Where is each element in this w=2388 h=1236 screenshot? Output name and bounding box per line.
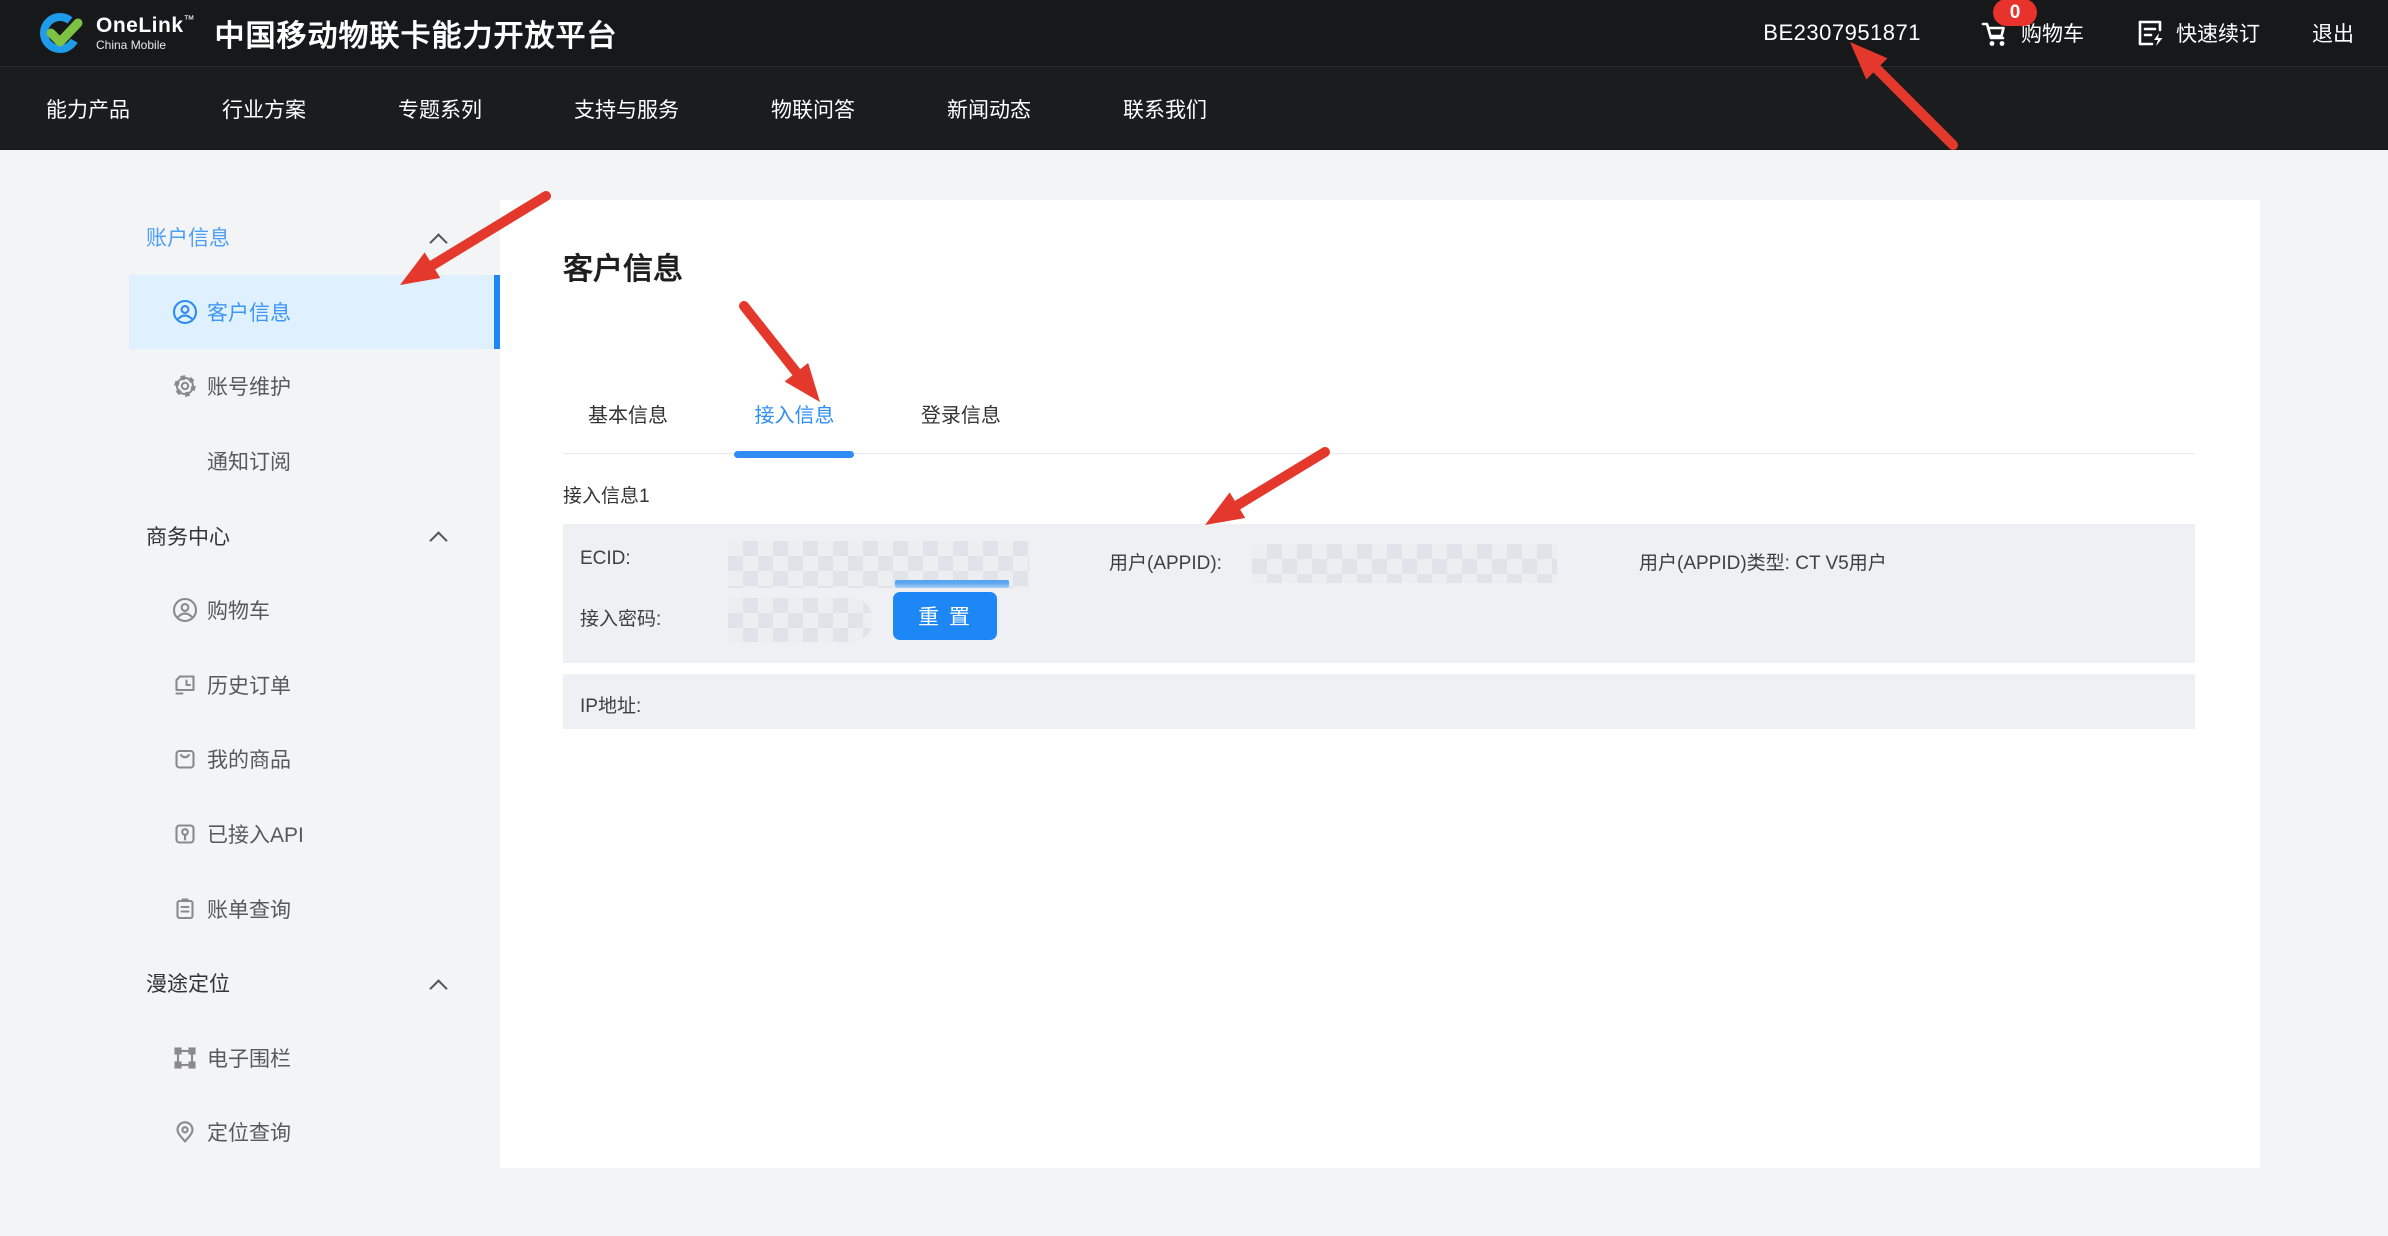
chevron-up-icon <box>429 233 447 251</box>
password-label: 接入密码: <box>580 604 661 631</box>
bill-icon <box>172 896 198 922</box>
brand-block: OneLink™ China Mobile <box>96 15 195 51</box>
sidebar-item-label: 账号维护 <box>207 371 291 401</box>
api-key-icon <box>172 821 198 847</box>
redacted-blue-strip <box>895 580 1009 588</box>
user-circle-icon <box>172 597 198 623</box>
main-panel: 客户信息 基本信息 接入信息 登录信息 接入信息1 ECID: 用户(APPID… <box>500 200 2260 1168</box>
chevron-up-icon <box>429 532 447 550</box>
history-icon <box>172 672 198 698</box>
cart-button[interactable]: 0 购物车 <box>1977 15 2084 51</box>
tab-bar: 基本信息 接入信息 登录信息 <box>563 396 2195 454</box>
reset-button[interactable]: 重 置 <box>893 592 997 640</box>
sidebar-item-notification-subscription[interactable]: 通知订阅 <box>129 424 500 499</box>
sidebar-item-label: 账单查询 <box>207 894 291 924</box>
cart-badge: 0 <box>1993 0 2037 26</box>
sidebar-item-label: 已接入API <box>207 819 304 849</box>
chevron-up-icon <box>429 979 447 997</box>
nav-item-series[interactable]: 专题系列 <box>398 94 482 124</box>
sidebar-item-label: 历史订单 <box>207 670 291 700</box>
topbar-right: BE2307951871 0 购物车 快速续订 退出 <box>1763 15 2354 51</box>
main-navbar: 能力产品 行业方案 专题系列 支持与服务 物联问答 新闻动态 联系我们 <box>0 66 2388 150</box>
sidebar-item-label: 我的商品 <box>207 744 291 774</box>
ip-info-panel: IP地址: <box>563 674 2195 729</box>
appid-type-group: 用户(APPID)类型: CT V5用户 <box>1639 548 1887 575</box>
nav-item-qa[interactable]: 物联问答 <box>771 94 855 124</box>
onelink-logo[interactable]: OneLink™ China Mobile <box>38 9 195 57</box>
gear-icon <box>172 373 198 399</box>
appid-type-label: 用户(APPID)类型: <box>1639 553 1790 574</box>
brand-subtitle: China Mobile <box>96 39 195 51</box>
section-label-access-info-1: 接入信息1 <box>563 481 650 508</box>
nav-item-industry[interactable]: 行业方案 <box>222 94 306 124</box>
ecid-label: ECID: <box>580 548 631 570</box>
sidebar-section-label: 漫途定位 <box>146 968 230 998</box>
ip-label: IP地址: <box>580 691 641 718</box>
logout-button[interactable]: 退出 <box>2312 18 2354 48</box>
sidebar-item-geofence[interactable]: 电子围栏 <box>129 1021 500 1096</box>
user-circle-icon <box>172 299 198 325</box>
quick-renew-label: 快速续订 <box>2176 18 2260 48</box>
sidebar-item-location-query[interactable]: 定位查询 <box>129 1095 500 1170</box>
sidebar-item-label: 购物车 <box>207 595 270 625</box>
sidebar-section-business[interactable]: 商务中心 <box>129 498 500 573</box>
sidebar-item-label: 定位查询 <box>207 1117 291 1147</box>
fence-icon <box>172 1045 198 1071</box>
platform-title: 中国移动物联卡能力开放平台 <box>215 11 618 55</box>
quick-renew-icon <box>2132 15 2168 51</box>
page-title: 客户信息 <box>563 244 683 288</box>
nav-item-news[interactable]: 新闻动态 <box>947 94 1031 124</box>
tab-access-info[interactable]: 接入信息 <box>754 396 834 454</box>
onelink-logo-icon <box>38 9 86 57</box>
tab-login-info[interactable]: 登录信息 <box>921 396 1001 454</box>
sidebar-item-connected-api[interactable]: 已接入API <box>129 797 500 872</box>
sidebar: 账户信息 客户信息 账号维护 通知订阅 商务中心 <box>129 200 500 1170</box>
tab-basic-info[interactable]: 基本信息 <box>588 396 668 454</box>
bag-icon <box>172 746 198 772</box>
location-pin-icon <box>172 1119 198 1145</box>
nav-item-contact[interactable]: 联系我们 <box>1123 94 1207 124</box>
sidebar-item-customer-info[interactable]: 客户信息 <box>129 275 500 350</box>
quick-renew-button[interactable]: 快速续订 <box>2132 15 2260 51</box>
appid-type-value: CT V5用户 <box>1795 553 1887 574</box>
sidebar-item-order-history[interactable]: 历史订单 <box>129 648 500 723</box>
sidebar-item-label: 客户信息 <box>207 297 291 327</box>
sidebar-item-my-products[interactable]: 我的商品 <box>129 722 500 797</box>
brand-name: OneLink <box>96 14 184 37</box>
sidebar-section-label: 商务中心 <box>146 521 230 551</box>
sidebar-section-location[interactable]: 漫途定位 <box>129 946 500 1021</box>
brand-trademark: ™ <box>184 14 195 26</box>
sidebar-section-account[interactable]: 账户信息 <box>129 200 500 275</box>
nav-item-products[interactable]: 能力产品 <box>46 94 130 124</box>
topbar: OneLink™ China Mobile 中国移动物联卡能力开放平台 BE23… <box>0 0 2388 66</box>
sidebar-item-label: 电子围栏 <box>207 1043 291 1073</box>
access-info-panel: ECID: 用户(APPID): 用户(APPID)类型: CT V5用户 接入… <box>563 524 2195 663</box>
sidebar-item-account-maintenance[interactable]: 账号维护 <box>129 349 500 424</box>
sidebar-item-bill-query[interactable]: 账单查询 <box>129 871 500 946</box>
sidebar-item-label: 通知订阅 <box>207 446 291 476</box>
sidebar-item-cart[interactable]: 购物车 <box>129 573 500 648</box>
nav-item-support[interactable]: 支持与服务 <box>574 94 679 124</box>
appid-label: 用户(APPID): <box>1109 548 1222 575</box>
password-value-redacted <box>728 598 873 642</box>
account-id[interactable]: BE2307951871 <box>1763 20 1921 46</box>
sidebar-section-label: 账户信息 <box>146 222 230 252</box>
appid-value-redacted <box>1252 544 1557 583</box>
